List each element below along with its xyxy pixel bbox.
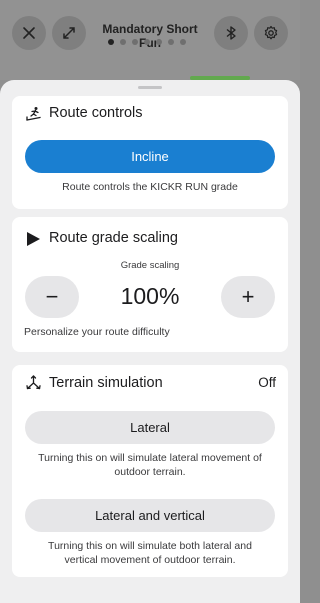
lateral-button[interactable]: Lateral	[25, 411, 275, 444]
treadmill-icon	[26, 107, 41, 121]
terrain-simulation-title: Terrain simulation	[49, 375, 163, 391]
page-dot	[168, 39, 174, 45]
close-icon	[23, 27, 35, 39]
expand-icon	[63, 27, 75, 39]
grade-scaling-title: Route grade scaling	[49, 230, 178, 246]
settings-button[interactable]	[254, 16, 288, 50]
route-controls-title: Route controls	[49, 105, 143, 121]
route-controls-caption: Route controls the KICKR RUN grade	[62, 181, 238, 193]
top-bar: Mandatory Short Fun	[0, 0, 300, 80]
settings-sheet: Route controls Incline Route controls th…	[0, 80, 300, 603]
grade-scaling-label: Grade scaling	[120, 260, 180, 271]
route-controls-card: Route controls Incline Route controls th…	[12, 96, 288, 209]
terrain-simulation-card: Terrain simulation Off Lateral Turning t…	[12, 365, 288, 577]
lateral-caption-line: Turning this on will simulate lateral mo…	[38, 452, 262, 464]
terrain-status: Off	[258, 375, 276, 390]
lateral-vertical-caption-line: Turning this on will simulate both later…	[48, 540, 252, 552]
grade-scaling-caption: Personalize your route difficulty	[24, 326, 170, 338]
lateral-caption-line: outdoor terrain.	[114, 466, 186, 478]
incline-button[interactable]: Incline	[25, 140, 275, 173]
play-icon	[27, 232, 40, 246]
bluetooth-button[interactable]	[214, 16, 248, 50]
page-dots	[108, 39, 186, 45]
bluetooth-icon	[226, 26, 236, 40]
page-dot	[108, 39, 114, 45]
terrain-icon	[26, 375, 41, 390]
page-dot	[132, 39, 138, 45]
close-button[interactable]	[12, 16, 46, 50]
expand-button[interactable]	[52, 16, 86, 50]
grade-scaling-card: Route grade scaling Grade scaling − 100%…	[12, 217, 288, 352]
gear-icon	[264, 25, 278, 40]
page-dot	[156, 39, 162, 45]
route-title: Mandatory Short Fun	[102, 22, 198, 50]
lateral-vertical-button[interactable]: Lateral and vertical	[25, 499, 275, 532]
sheet-handle[interactable]	[138, 86, 162, 89]
page-dot	[120, 39, 126, 45]
lateral-vertical-caption-line: vertical movement of outdoor terrain.	[64, 554, 236, 566]
page-dot	[144, 39, 150, 45]
page-dot	[180, 39, 186, 45]
increase-button[interactable]: +	[221, 276, 275, 318]
